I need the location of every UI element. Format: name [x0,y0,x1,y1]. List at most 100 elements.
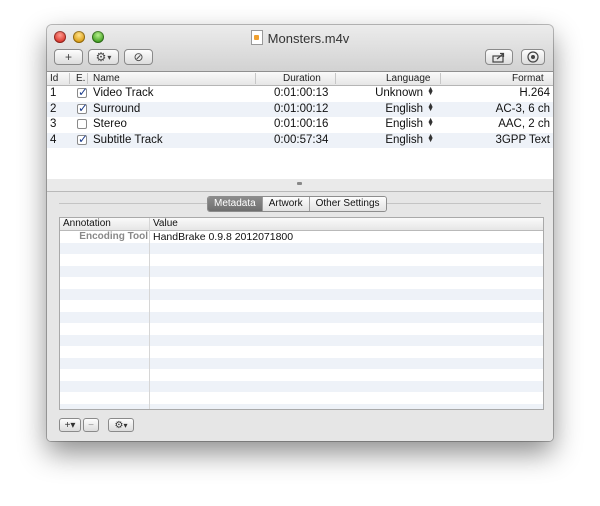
tab-metadata[interactable]: Metadata [208,197,262,211]
chevron-down-icon: ▾ [107,52,112,62]
table-row-empty [60,300,543,312]
movie-file-icon [250,30,263,45]
cancel-icon: ⊘ [133,50,144,64]
up-down-arrows-icon: ▲ ▼ [427,86,434,97]
info-button[interactable] [521,49,545,65]
col-id[interactable]: Id [50,73,58,84]
share-icon [492,52,505,63]
track-language: English [385,118,424,130]
tab-artwork[interactable]: Artwork [261,197,309,211]
table-row-empty [60,277,543,289]
action-menu-button[interactable]: ⚙ ▾ [88,49,119,65]
track-id: 3 [50,118,57,130]
col-name[interactable]: Name [93,73,120,84]
track-name: Subtitle Track [93,133,163,146]
resize-grip-icon[interactable] [297,182,302,185]
language-select[interactable]: English ▲ ▼ [385,117,434,130]
window-title: Monsters.m4v [47,30,553,46]
add-menu-label: +▾ [64,419,76,431]
col-annotation[interactable]: Annotation [63,218,111,229]
metadata-header: Annotation Value [60,218,543,231]
col-value[interactable]: Value [153,218,178,229]
main-window: Monsters.m4v + ⚙ ▾ ⊘ Id E. Name Duration … [47,25,553,441]
track-id: 4 [50,133,57,146]
annotation-label: Encoding Tool [79,231,148,242]
remove-label: − [88,419,94,431]
col-format[interactable]: Format [512,73,544,84]
track-duration: 0:01:00:13 [274,87,329,99]
enabled-checkbox[interactable] [77,101,88,115]
track-id: 2 [50,102,57,115]
table-row-empty [60,346,543,358]
add-label: + [64,50,72,64]
enabled-checkbox[interactable] [77,119,87,129]
col-enabled[interactable]: E. [76,73,85,84]
add-button[interactable]: + [54,49,83,65]
track-duration: 0:01:00:16 [274,118,329,130]
track-format: AC-3, 6 ch [495,102,550,115]
stop-button[interactable]: ⊘ [124,49,153,65]
col-language[interactable]: Language [386,73,431,84]
table-row-empty [60,254,543,266]
table-row-empty [60,334,543,346]
metadata-table: Annotation Value Encoding Tool HandBrake… [59,217,544,410]
column-divider [149,218,150,409]
gear-icon: ⚙ [95,50,107,64]
language-select[interactable]: Unknown ▲ ▼ [375,86,434,99]
split-view-divider[interactable] [47,179,553,192]
table-row-empty [60,403,543,409]
enabled-checkbox[interactable] [77,85,88,99]
tab-other-settings[interactable]: Other Settings [308,197,386,211]
col-duration[interactable]: Duration [283,73,321,84]
track-format: 3GPP Text [495,133,550,146]
annotation-value[interactable]: HandBrake 0.9.8 2012071800 [153,231,293,243]
column-divider [69,73,70,84]
track-format: H.264 [519,87,550,99]
table-row[interactable]: 3 Stereo 0:01:00:16 English ▲ ▼ AAC, 2 ch [47,117,553,133]
enabled-checkbox[interactable] [77,132,88,146]
chevron-down-icon: ▾ [123,420,128,430]
details-pane: Metadata Artwork Other Settings Annotati… [47,192,553,441]
up-down-arrows-icon: ▲ ▼ [427,132,434,144]
track-name: Video Track [93,87,154,99]
column-divider [255,73,256,84]
table-row-empty [60,369,543,381]
track-duration: 0:01:00:12 [274,102,329,115]
language-select[interactable]: English ▲ ▼ [385,132,434,146]
table-row[interactable]: 2 Surround 0:01:00:12 English▲▼ AC-3, 6 … [47,101,553,117]
share-button[interactable] [485,49,513,65]
tab-bar: Metadata Artwork Other Settings [207,196,387,212]
language-select[interactable]: English ▲ ▼ [385,101,434,115]
track-name: Surround [93,102,141,115]
up-down-arrows-icon: ▲ ▼ [427,117,434,128]
track-language: Unknown [375,87,424,99]
table-row-empty [60,242,543,254]
table-row[interactable]: Encoding Tool HandBrake 0.9.8 2012071800 [60,231,543,243]
track-name: Stereo [93,118,127,130]
settings-icon [527,51,539,63]
track-language: English [385,102,424,115]
window-title-text: Monsters.m4v [267,31,350,46]
annotation-action-button[interactable]: ⚙ ▾ [108,418,134,432]
track-format: AAC, 2 ch [498,118,550,130]
column-divider [440,73,441,84]
gear-icon: ⚙ [114,419,124,431]
column-divider [87,73,88,84]
table-row-empty [60,288,543,300]
track-language: English [385,133,424,146]
table-row-empty [60,265,543,277]
tracks-header: Id E. Name Duration Language Format [47,72,553,86]
track-id: 1 [50,87,57,99]
column-divider [335,73,336,84]
table-row-empty [60,380,543,392]
table-row-empty [60,392,543,404]
table-row-empty [60,311,543,323]
add-annotation-button[interactable]: +▾ [59,418,81,432]
remove-annotation-button[interactable]: − [83,418,99,432]
track-duration: 0:00:57:34 [274,133,329,146]
table-row[interactable]: 1 Video Track 0:01:00:13 Unknown▲▼ H.264 [47,85,553,102]
up-down-arrows-icon: ▲ ▼ [427,101,434,113]
table-row-empty [60,323,543,335]
table-row-empty [60,357,543,369]
table-row[interactable]: 4 Subtitle Track 0:00:57:34 English▲▼ 3G… [47,132,553,148]
